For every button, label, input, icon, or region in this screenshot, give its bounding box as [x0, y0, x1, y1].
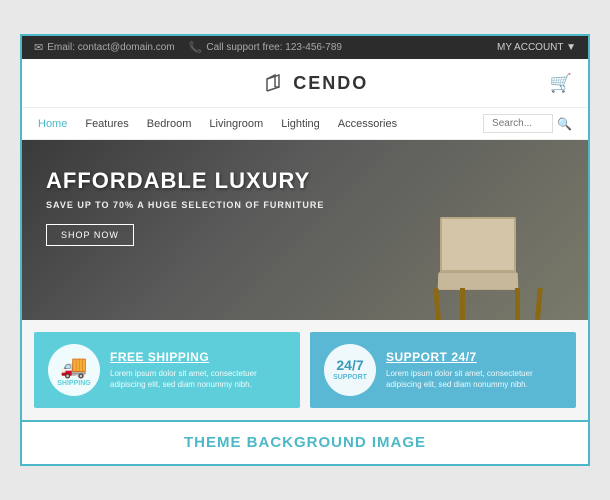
support-desc: Lorem ipsum dolor sit amet, consectetuer…	[386, 368, 562, 390]
feature-shipping-card: 🚚 SHIPPING FREE SHIPPING Lorem ipsum dol…	[34, 332, 300, 408]
hero-subtitle: SAVE UP TO 70% A HUGE SELECTION OF FURNI…	[46, 200, 324, 210]
clock-face: 24/7 SUPPORT	[333, 358, 367, 381]
clock-bottom: SUPPORT	[333, 374, 367, 382]
shipping-label: SHIPPING	[57, 380, 90, 387]
logo-icon	[259, 69, 287, 97]
chair-leg-4	[535, 288, 543, 320]
support-text: SUPPORT 24/7 Lorem ipsum dolor sit amet,…	[386, 350, 562, 390]
nav-accessories[interactable]: Accessories	[338, 118, 397, 130]
support-title: SUPPORT 24/7	[386, 350, 562, 364]
top-bar-left: ✉ Email: contact@domain.com 📞 Call suppo…	[34, 41, 342, 54]
chair-seat	[438, 272, 519, 290]
feature-support-card: 24/7 SUPPORT SUPPORT 24/7 Lorem ipsum do…	[310, 332, 576, 408]
phone-label: Call support free: 123-456-789	[206, 42, 342, 53]
clock-top: 24/7	[333, 358, 367, 373]
hero-section: AFFORDABLE LUXURY SAVE UP TO 70% A HUGE …	[22, 140, 588, 320]
nav-lighting[interactable]: Lighting	[281, 118, 320, 130]
bottom-label-text: THEME BACKGROUND IMAGE	[184, 434, 426, 451]
support-icon-circle: 24/7 SUPPORT	[324, 344, 376, 396]
phone-item: 📞 Call support free: 123-456-789	[189, 41, 342, 54]
shop-now-button[interactable]: SHOP NOW	[46, 224, 134, 246]
logo-text: CENDO	[293, 73, 368, 94]
nav-features[interactable]: Features	[85, 118, 128, 130]
chair-back	[440, 217, 516, 272]
shipping-truck-icon: 🚚	[60, 354, 87, 380]
search-area: 🔍	[483, 114, 572, 133]
header: CENDO 🛒	[22, 59, 588, 108]
search-input[interactable]	[483, 114, 553, 133]
top-bar: ✉ Email: contact@domain.com 📞 Call suppo…	[22, 36, 588, 59]
phone-icon: 📞	[189, 41, 203, 54]
hero-chair-illustration	[418, 160, 548, 320]
nav-bedroom[interactable]: Bedroom	[147, 118, 192, 130]
logo[interactable]: CENDO	[259, 69, 368, 97]
cart-button[interactable]: 🛒	[550, 73, 572, 94]
nav-home[interactable]: Home	[38, 118, 67, 130]
shipping-title: FREE SHIPPING	[110, 350, 286, 364]
navigation: Home Features Bedroom Livingroom Lightin…	[22, 108, 588, 140]
shipping-text: FREE SHIPPING Lorem ipsum dolor sit amet…	[110, 350, 286, 390]
search-icon[interactable]: 🔍	[557, 117, 572, 131]
features-section: 🚚 SHIPPING FREE SHIPPING Lorem ipsum dol…	[22, 320, 588, 420]
email-item: ✉ Email: contact@domain.com	[34, 41, 175, 54]
email-label: Email: contact@domain.com	[47, 42, 174, 53]
shipping-desc: Lorem ipsum dolor sit amet, consectetuer…	[110, 368, 286, 390]
email-icon: ✉	[34, 41, 43, 54]
bottom-label-bar: THEME BACKGROUND IMAGE	[22, 420, 588, 464]
chair-leg-3	[515, 288, 520, 320]
hero-content: AFFORDABLE LUXURY SAVE UP TO 70% A HUGE …	[22, 140, 348, 274]
chair-leg-2	[460, 288, 465, 320]
main-container: ✉ Email: contact@domain.com 📞 Call suppo…	[20, 34, 590, 466]
nav-livingroom[interactable]: Livingroom	[209, 118, 263, 130]
hero-title: AFFORDABLE LUXURY	[46, 168, 324, 194]
shipping-icon-circle: 🚚 SHIPPING	[48, 344, 100, 396]
account-button[interactable]: MY ACCOUNT ▼	[497, 42, 576, 53]
chair-leg-1	[433, 288, 441, 320]
nav-links: Home Features Bedroom Livingroom Lightin…	[38, 118, 397, 130]
